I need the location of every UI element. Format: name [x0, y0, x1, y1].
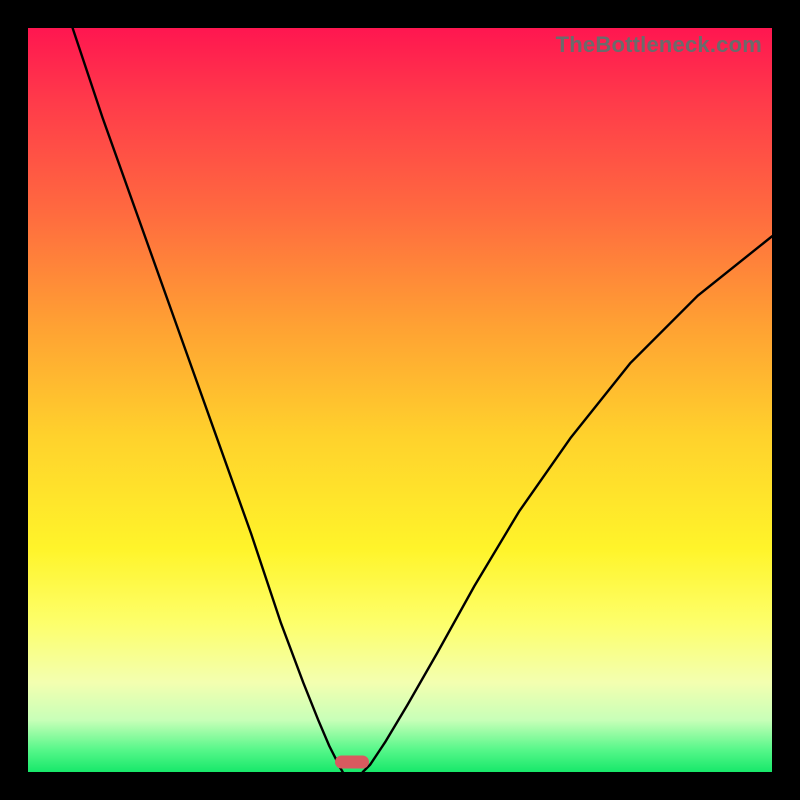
curve-path	[73, 28, 772, 772]
optimum-marker	[335, 755, 369, 768]
bottleneck-curve	[28, 28, 772, 772]
chart-frame: TheBottleneck.com	[0, 0, 800, 800]
watermark-label: TheBottleneck.com	[556, 32, 762, 58]
plot-area: TheBottleneck.com	[28, 28, 772, 772]
